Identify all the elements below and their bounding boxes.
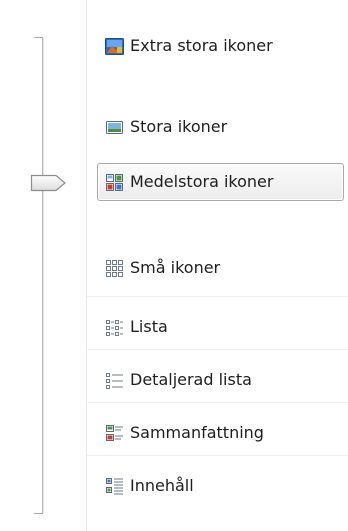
menu-item-label: Medelstora ikoner xyxy=(130,172,274,191)
menu-item-label: Extra stora ikoner xyxy=(130,36,273,55)
tiles-icon xyxy=(106,424,123,441)
menu-separator xyxy=(87,296,348,297)
slider-thumb[interactable] xyxy=(29,173,67,193)
slider-tick-top xyxy=(34,37,43,38)
menu-separator xyxy=(87,349,348,350)
slider-tick-bottom xyxy=(34,513,43,514)
menu-item-label: Lista xyxy=(130,317,168,336)
menu-item-label: Stora ikoner xyxy=(130,117,228,136)
menu-item-small-icons[interactable]: Små ikoner xyxy=(98,251,220,285)
content-icon xyxy=(106,477,123,494)
slider-separator xyxy=(86,0,87,531)
large-icons-icon xyxy=(106,120,123,134)
extra-large-icons-icon xyxy=(105,37,124,55)
view-menu: Extra stora ikoner Stora ikoner Medelsto… xyxy=(0,0,348,531)
menu-item-tiles[interactable]: Sammanfattning xyxy=(98,416,264,450)
menu-item-list[interactable]: Lista xyxy=(98,310,168,344)
menu-item-label: Sammanfattning xyxy=(130,423,264,442)
small-icons-icon xyxy=(106,259,123,277)
medium-icons-icon xyxy=(106,173,123,191)
menu-item-label: Innehåll xyxy=(130,476,194,495)
view-size-slider[interactable] xyxy=(0,0,86,531)
details-icon xyxy=(106,372,123,389)
menu-item-content[interactable]: Innehåll xyxy=(98,469,194,503)
menu-item-label: Detaljerad lista xyxy=(130,370,252,389)
list-icon xyxy=(106,319,123,336)
slider-track[interactable] xyxy=(42,38,45,514)
menu-item-label: Små ikoner xyxy=(130,258,221,277)
menu-item-extra-large-icons[interactable]: Extra stora ikoner xyxy=(98,29,273,63)
menu-item-large-icons[interactable]: Stora ikoner xyxy=(98,110,227,144)
menu-item-medium-icons[interactable]: Medelstora ikoner xyxy=(97,163,344,201)
menu-item-details[interactable]: Detaljerad lista xyxy=(98,363,252,397)
menu-separator xyxy=(87,455,348,456)
menu-separator xyxy=(87,402,348,403)
